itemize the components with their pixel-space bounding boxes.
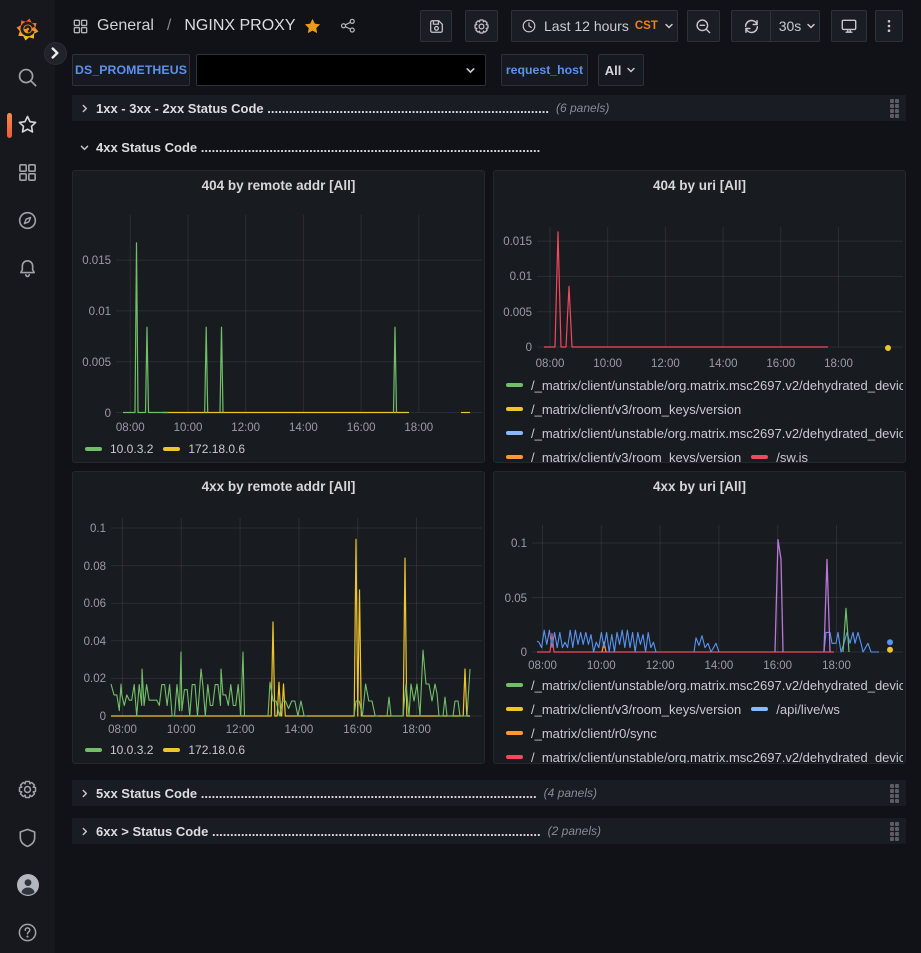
svg-text:0.02: 0.02 [84, 673, 106, 685]
svg-text:14:00: 14:00 [289, 422, 318, 434]
svg-text:18:00: 18:00 [404, 422, 433, 434]
svg-text:0.04: 0.04 [84, 636, 107, 648]
svg-text:12:00: 12:00 [651, 358, 680, 370]
svg-text:16:00: 16:00 [347, 422, 376, 434]
svg-text:0.005: 0.005 [503, 307, 532, 319]
svg-text:12:00: 12:00 [226, 724, 255, 736]
svg-text:14:00: 14:00 [705, 660, 734, 672]
svg-text:08:00: 08:00 [528, 660, 557, 672]
svg-text:0.1: 0.1 [90, 523, 106, 535]
svg-text:12:00: 12:00 [646, 660, 675, 672]
svg-text:0.06: 0.06 [84, 598, 106, 610]
svg-text:12:00: 12:00 [231, 422, 260, 434]
svg-text:0.015: 0.015 [82, 255, 111, 267]
svg-text:14:00: 14:00 [285, 724, 314, 736]
svg-text:10:00: 10:00 [174, 422, 203, 434]
svg-text:18:00: 18:00 [822, 660, 851, 672]
svg-text:10:00: 10:00 [593, 358, 622, 370]
svg-text:16:00: 16:00 [763, 660, 792, 672]
svg-text:0.015: 0.015 [503, 236, 532, 248]
svg-text:0.1: 0.1 [511, 538, 527, 550]
svg-text:0: 0 [100, 711, 106, 723]
svg-text:0.005: 0.005 [82, 357, 111, 369]
svg-text:0.01: 0.01 [510, 271, 532, 283]
svg-text:0.01: 0.01 [89, 306, 111, 318]
svg-text:0.05: 0.05 [505, 593, 527, 605]
svg-text:0: 0 [105, 408, 111, 420]
svg-text:0: 0 [526, 342, 532, 354]
svg-text:10:00: 10:00 [167, 724, 196, 736]
svg-text:08:00: 08:00 [536, 358, 565, 370]
svg-text:18:00: 18:00 [402, 724, 431, 736]
svg-text:08:00: 08:00 [116, 422, 145, 434]
svg-text:14:00: 14:00 [709, 358, 738, 370]
svg-text:08:00: 08:00 [108, 724, 137, 736]
svg-text:0.08: 0.08 [84, 561, 106, 573]
svg-text:18:00: 18:00 [824, 358, 853, 370]
svg-text:16:00: 16:00 [766, 358, 795, 370]
svg-text:10:00: 10:00 [587, 660, 616, 672]
svg-text:16:00: 16:00 [343, 724, 372, 736]
svg-text:0: 0 [521, 647, 527, 659]
